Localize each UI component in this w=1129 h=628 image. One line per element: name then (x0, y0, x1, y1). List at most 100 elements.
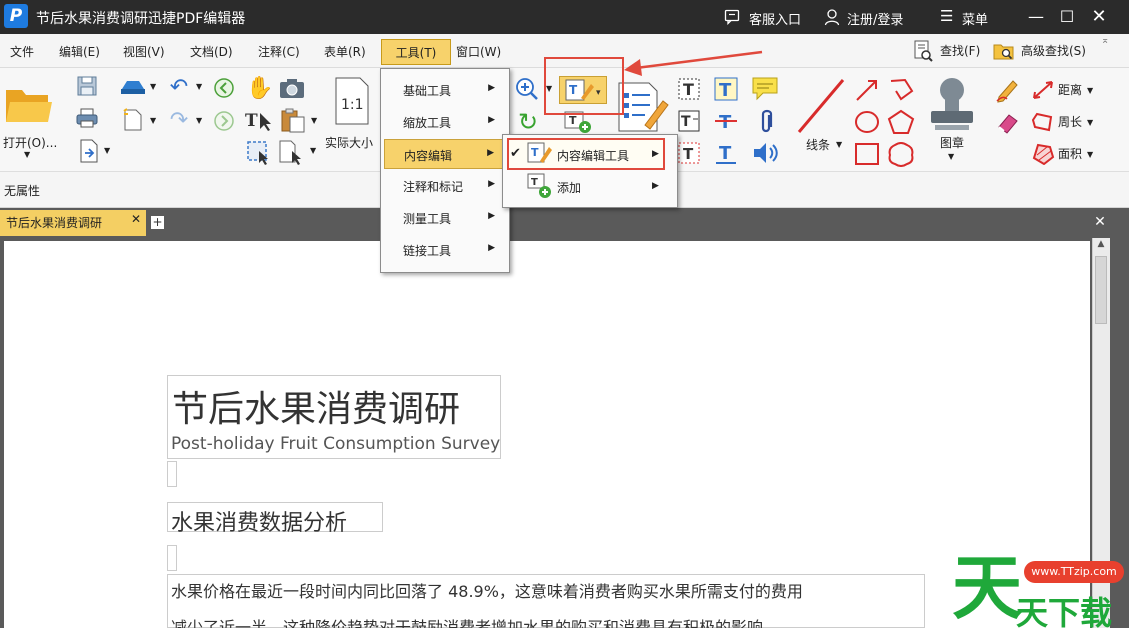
perimeter-button[interactable]: 周长 (1058, 113, 1082, 130)
cloud-tool-icon[interactable] (886, 140, 916, 168)
strikethrough-icon[interactable]: T (713, 108, 739, 134)
select-dropdown-icon[interactable]: ▼ (310, 146, 316, 155)
rotate-icon[interactable]: ↻ (514, 108, 542, 136)
folder-search-icon[interactable] (993, 40, 1015, 65)
polygon-tool-icon[interactable] (886, 108, 916, 136)
search-button[interactable]: 查找(F) (940, 42, 980, 59)
area-icon[interactable] (1030, 142, 1056, 166)
hand-tool-icon[interactable]: ✋ (246, 74, 274, 102)
empty-textbox-frame[interactable] (167, 461, 177, 487)
submenu-arrow-icon: ▶ (488, 211, 495, 221)
line-tool-button[interactable]: 线条 (806, 136, 830, 153)
menu-measure-tools[interactable]: 测量工具 ▶ (381, 203, 509, 233)
export-dropdown-icon[interactable]: ▼ (104, 146, 110, 155)
perimeter-icon[interactable] (1030, 110, 1056, 134)
redo-dropdown-icon[interactable]: ▼ (196, 116, 202, 125)
add-tab-icon[interactable]: + (151, 216, 164, 229)
main-menu-button[interactable]: 菜单 (962, 9, 988, 28)
minimize-button[interactable]: — (1021, 4, 1051, 30)
export-icon[interactable] (77, 138, 101, 164)
open-dropdown-icon[interactable]: ▼ (24, 150, 30, 159)
text-field-icon[interactable]: T (676, 140, 702, 166)
menu-file[interactable]: 文件 (10, 43, 34, 60)
menu-item-label: 缩放工具 (403, 116, 452, 130)
area-button[interactable]: 面积 (1058, 145, 1082, 162)
menu-comment[interactable]: 注释(C) (258, 43, 300, 60)
polyline-tool-icon[interactable] (886, 76, 916, 104)
menu-content-edit[interactable]: 内容编辑 ▶ (384, 139, 506, 169)
open-folder-icon[interactable] (4, 80, 54, 128)
menu-window[interactable]: 窗口(W) (456, 43, 501, 60)
line-tool-icon[interactable] (795, 76, 847, 136)
ellipse-tool-icon[interactable] (853, 108, 881, 136)
menu-document[interactable]: 文档(D) (190, 43, 233, 60)
customer-service-link[interactable]: 客服入口 (749, 9, 801, 28)
scan-dropdown-icon[interactable]: ▼ (150, 82, 156, 91)
menu-view[interactable]: 视图(V) (123, 43, 165, 60)
distance-button[interactable]: 距离 (1058, 81, 1082, 98)
tab-close-icon[interactable]: ✕ (131, 212, 141, 226)
hamburger-menu-icon[interactable]: ☰ (940, 7, 953, 25)
login-link[interactable]: 注册/登录 (847, 9, 903, 28)
scroll-up-icon[interactable]: ▲ (1093, 239, 1109, 254)
advanced-search-button[interactable]: 高级查找(S) (1021, 42, 1086, 59)
svg-text:T: T (531, 146, 539, 159)
search-icon[interactable] (913, 40, 933, 65)
line-dropdown-icon[interactable]: ▼ (836, 140, 842, 149)
select-image-icon[interactable] (277, 138, 305, 166)
stamp-icon[interactable] (926, 74, 978, 134)
maximize-button[interactable]: ☐ (1052, 4, 1082, 30)
chat-icon[interactable] (724, 9, 740, 28)
menu-tools[interactable]: 工具(T) (381, 39, 451, 65)
zoom-in-icon[interactable] (514, 76, 540, 102)
eraser-icon[interactable] (994, 108, 1022, 136)
menu-comment-markup[interactable]: 注释和标记 ▶ (381, 171, 509, 201)
undo-icon[interactable]: ↶ (166, 74, 192, 100)
menu-edit[interactable]: 编辑(E) (59, 43, 100, 60)
stamp-button[interactable]: 图章 (940, 134, 964, 151)
menu-link-tools[interactable]: 链接工具 ▶ (381, 235, 509, 265)
collapse-ribbon-icon[interactable]: ⌅ (1101, 35, 1109, 46)
close-window-button[interactable]: ✕ (1084, 4, 1114, 30)
open-button[interactable]: 打开(O)... (3, 134, 57, 151)
document-tab[interactable]: 节后水果消费调研 (0, 210, 146, 236)
marquee-icon[interactable] (244, 138, 272, 166)
paste-dropdown-icon[interactable]: ▼ (311, 116, 317, 125)
distance-dropdown-icon[interactable]: ▼ (1087, 86, 1093, 95)
new-document-icon[interactable] (120, 108, 146, 132)
scrollbar-thumb[interactable] (1095, 256, 1107, 324)
arrow-tool-icon[interactable] (853, 76, 881, 104)
menu-zoom-tools[interactable]: 缩放工具 ▶ (381, 107, 509, 137)
area-dropdown-icon[interactable]: ▼ (1087, 150, 1093, 159)
svg-text:T: T (719, 80, 732, 101)
print-icon[interactable] (75, 106, 99, 130)
paste-icon[interactable] (278, 106, 308, 134)
snapshot-icon[interactable] (278, 76, 306, 100)
actual-size-button[interactable]: 实际大小 (325, 134, 373, 151)
attachment-icon[interactable] (754, 108, 778, 136)
distance-icon[interactable] (1030, 78, 1056, 102)
menu-basic-tools[interactable]: 基础工具 ▶ (381, 75, 509, 105)
content-edit-tool-small-icon: T (526, 141, 552, 168)
new-dropdown-icon[interactable]: ▼ (150, 116, 156, 125)
save-icon[interactable] (75, 74, 99, 98)
empty-textbox-frame[interactable] (167, 545, 177, 571)
actual-size-icon[interactable]: 1:1 (332, 76, 372, 126)
scan-icon[interactable] (118, 76, 148, 98)
pencil-icon[interactable] (994, 76, 1022, 104)
menu-form[interactable]: 表单(R) (324, 43, 366, 60)
close-document-icon[interactable]: ✕ (1090, 214, 1110, 232)
perimeter-dropdown-icon[interactable]: ▼ (1087, 118, 1093, 127)
document-title: 节后水果消费调研 (172, 389, 461, 430)
stamp-dropdown-icon[interactable]: ▼ (948, 152, 954, 161)
user-icon[interactable] (824, 8, 840, 29)
redo-icon[interactable]: ↷ (166, 108, 192, 133)
sound-icon[interactable] (752, 140, 780, 166)
select-text-icon[interactable]: T (244, 108, 274, 134)
rectangle-tool-icon[interactable] (853, 140, 881, 168)
underline-icon[interactable]: T (713, 140, 739, 166)
back-icon[interactable] (212, 76, 236, 100)
forward-icon[interactable] (212, 109, 236, 133)
undo-dropdown-icon[interactable]: ▼ (196, 82, 202, 91)
typewriter-icon[interactable]: T (676, 108, 702, 134)
